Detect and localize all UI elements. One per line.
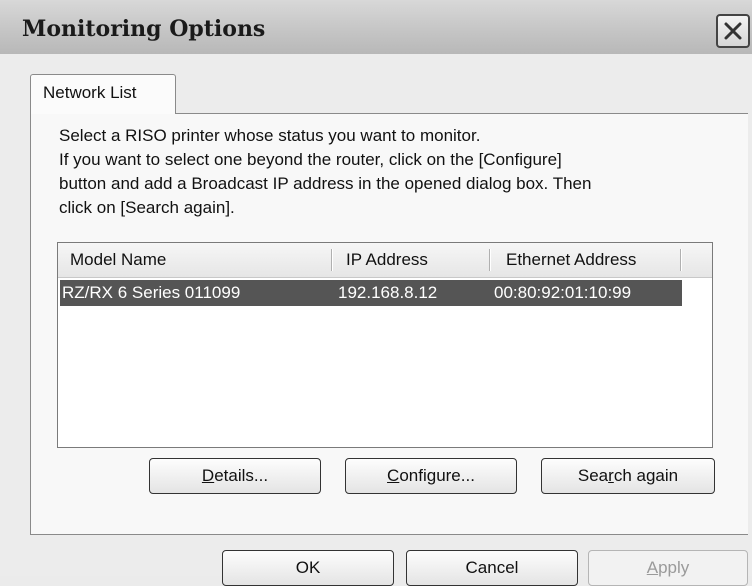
column-header-model-name[interactable]: Model Name (70, 250, 166, 270)
list-header: Model Name IP Address Ethernet Address (58, 243, 712, 278)
details-mnemonic: D (201, 466, 215, 485)
cell-ip-address: 192.168.8.12 (338, 283, 438, 302)
tab-panel: Select a RISO printer whose status you w… (30, 113, 748, 535)
configure-mnemonic: C (387, 466, 400, 485)
cell-ethernet-address: 00:80:92:01:10:99 (494, 283, 632, 302)
title-bar[interactable]: Monitoring Options (0, 0, 752, 54)
printer-list[interactable]: Model Name IP Address Ethernet Address R… (57, 242, 713, 448)
ok-button[interactable]: OK (222, 550, 394, 586)
column-divider[interactable] (489, 249, 491, 271)
tab-network-list[interactable]: Network List (30, 74, 176, 114)
apply-mnemonic: A (646, 558, 659, 577)
instruction-line: click on [Search again]. (59, 198, 235, 217)
details-button[interactable]: Details... (149, 458, 321, 494)
column-header-ip-address[interactable]: IP Address (346, 250, 428, 270)
instruction-line: button and add a Broadcast IP address in… (59, 174, 592, 193)
cell-model-name: RZ/RX 6 Series 011099 (62, 283, 241, 302)
search-again-label: ch again (613, 466, 679, 485)
configure-button[interactable]: Configure... (345, 458, 517, 494)
instruction-line: Select a RISO printer whose status you w… (59, 126, 481, 145)
column-divider[interactable] (680, 249, 682, 271)
column-divider[interactable] (331, 249, 333, 271)
table-row[interactable]: RZ/RX 6 Series 011099 192.168.8.12 00:80… (60, 280, 682, 306)
apply-button[interactable]: Apply (588, 550, 748, 586)
tab-label: Network List (43, 83, 137, 102)
apply-label: pply (658, 558, 690, 577)
configure-label: onfigure... (399, 466, 475, 485)
instruction-line: If you want to select one beyond the rou… (59, 150, 562, 169)
search-again-button[interactable]: Sea r ch again (541, 458, 715, 494)
instructions-text: Select a RISO printer whose status you w… (59, 124, 739, 220)
details-label: etails... (214, 466, 269, 485)
cancel-button[interactable]: Cancel (406, 550, 578, 586)
close-icon (724, 22, 742, 40)
search-again-label: Sea (577, 466, 609, 485)
dialog-client-area: Network List Select a RISO printer whose… (0, 54, 752, 586)
close-button[interactable] (716, 14, 750, 48)
column-header-ethernet-address[interactable]: Ethernet Address (506, 250, 636, 270)
window-title: Monitoring Options (22, 16, 266, 42)
